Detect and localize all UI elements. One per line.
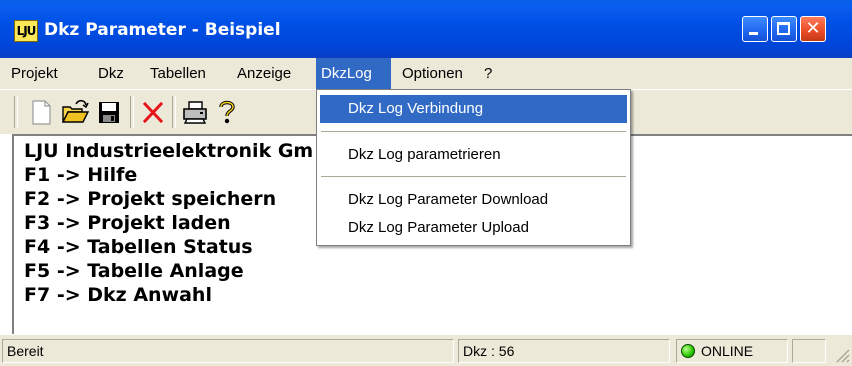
content-line: F7 -> Dkz Anwahl <box>24 284 212 306</box>
menu-item-dkz-log-verbindung[interactable]: Dkz Log Verbindung <box>320 95 627 123</box>
maximize-button[interactable] <box>771 16 797 42</box>
content-line: F3 -> Projekt laden <box>24 212 231 234</box>
menu-separator <box>321 131 626 133</box>
status-online: ONLINE <box>701 343 754 359</box>
open-button[interactable] <box>60 96 90 128</box>
menu-separator <box>321 176 626 178</box>
minimize-button[interactable] <box>742 16 768 42</box>
status-ready: Bereit <box>2 339 454 363</box>
new-file-button[interactable] <box>26 96 56 128</box>
menu-tabellen[interactable]: Tabellen <box>145 58 211 89</box>
help-icon <box>219 100 235 124</box>
print-icon <box>183 101 207 124</box>
content-line: F4 -> Tabellen Status <box>24 236 253 258</box>
content-line: F1 -> Hilfe <box>24 164 138 186</box>
content-line: F2 -> Projekt speichern <box>24 188 277 210</box>
menu-optionen[interactable]: Optionen <box>397 58 468 89</box>
menu-bar: Projekt Dkz Tabellen Anzeige DkzLog Opti… <box>0 58 852 90</box>
print-button[interactable] <box>180 96 210 128</box>
delete-button[interactable] <box>138 96 168 128</box>
content-line: F5 -> Tabelle Anlage <box>24 260 244 282</box>
save-disk-icon <box>99 102 119 123</box>
help-button[interactable] <box>212 96 242 128</box>
resize-grip-icon[interactable] <box>834 347 850 363</box>
menu-anzeige[interactable]: Anzeige <box>232 58 296 89</box>
menu-projekt[interactable]: Projekt <box>6 58 63 89</box>
menu-item-dkz-log-parameter-upload[interactable]: Dkz Log Parameter Upload <box>320 214 627 242</box>
menu-dkz[interactable]: Dkz <box>93 58 129 89</box>
status-empty-panel <box>792 339 826 363</box>
window-title: Dkz Parameter - Beispiel <box>44 20 281 40</box>
status-bar: Bereit Dkz : 56 ONLINE <box>0 334 852 366</box>
menu-help[interactable]: ? <box>479 58 497 89</box>
toolbar-separator <box>130 96 134 128</box>
status-online-panel: ONLINE <box>676 339 788 363</box>
open-folder-icon <box>61 99 90 123</box>
maximize-icon <box>777 22 790 35</box>
new-file-icon <box>32 100 51 125</box>
toolbar-separator <box>14 96 18 128</box>
delete-x-icon <box>142 101 164 124</box>
toolbar-separator <box>172 96 176 128</box>
content-line: LJU Industrieelektronik Gm <box>24 140 314 162</box>
dkzlog-dropdown-menu: Dkz Log Verbindung Dkz Log parametrieren… <box>316 89 631 246</box>
menu-item-dkz-log-parametrieren[interactable]: Dkz Log parametrieren <box>320 141 627 169</box>
menu-item-dkz-log-parameter-download[interactable]: Dkz Log Parameter Download <box>320 186 627 214</box>
app-icon: LJU <box>14 20 38 42</box>
title-bar[interactable]: LJU Dkz Parameter - Beispiel ✕ <box>0 0 852 58</box>
save-button[interactable] <box>94 96 124 128</box>
minimize-icon <box>749 32 758 35</box>
menu-dkzlog[interactable]: DkzLog <box>316 58 391 89</box>
status-dkz: Dkz : 56 <box>458 339 670 363</box>
close-button[interactable]: ✕ <box>800 16 826 42</box>
close-icon: ✕ <box>805 18 821 39</box>
online-status-led-icon <box>681 344 695 358</box>
